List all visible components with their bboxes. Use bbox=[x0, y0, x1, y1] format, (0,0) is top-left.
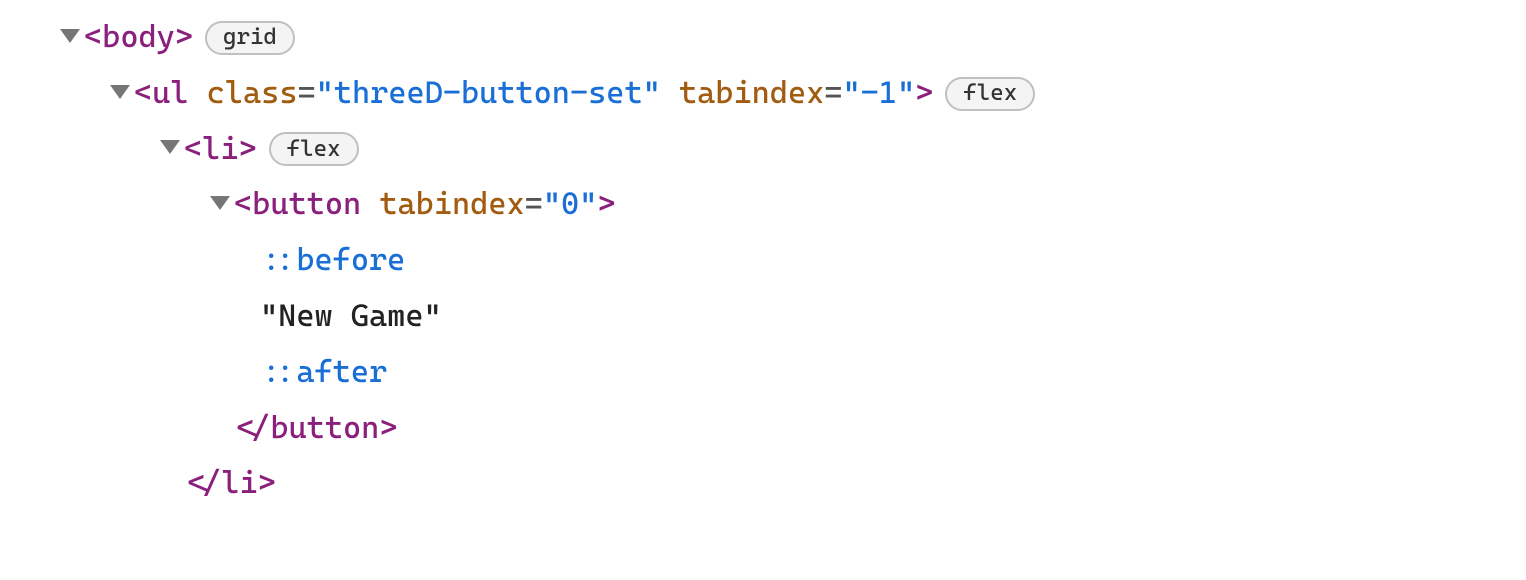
text-node-value: "New Game" bbox=[260, 289, 442, 345]
tag-open: <li> bbox=[184, 122, 257, 178]
tag-open: <body> bbox=[84, 10, 193, 66]
layout-badge-grid[interactable]: grid bbox=[205, 21, 295, 55]
pseudo-element-label: ::before bbox=[260, 233, 405, 289]
dom-node-ul[interactable]: <ul class="threeD-button-set" tabindex="… bbox=[0, 66, 1526, 122]
tag-close: </button> bbox=[234, 401, 397, 457]
layout-badge-flex[interactable]: flex bbox=[945, 77, 1035, 111]
pseudo-after[interactable]: ::after bbox=[0, 345, 1526, 401]
disclosure-triangle-icon[interactable] bbox=[60, 29, 80, 43]
dom-node-body[interactable]: <body> grid bbox=[0, 10, 1526, 66]
text-node[interactable]: "New Game" bbox=[0, 289, 1526, 345]
tag-open: <button tabindex="0"> bbox=[234, 177, 615, 233]
disclosure-triangle-icon[interactable] bbox=[210, 196, 230, 210]
tag-close: </li> bbox=[185, 456, 276, 512]
disclosure-triangle-icon[interactable] bbox=[160, 140, 180, 154]
dom-node-button[interactable]: <button tabindex="0"> bbox=[0, 177, 1526, 233]
dom-node-li-close[interactable]: </li> bbox=[0, 456, 1526, 512]
dom-node-button-close[interactable]: </button> bbox=[0, 401, 1526, 457]
layout-badge-flex[interactable]: flex bbox=[269, 132, 359, 166]
pseudo-element-label: ::after bbox=[260, 345, 387, 401]
dom-node-li[interactable]: <li> flex bbox=[0, 122, 1526, 178]
disclosure-triangle-icon[interactable] bbox=[110, 85, 130, 99]
pseudo-before[interactable]: ::before bbox=[0, 233, 1526, 289]
tag-open: <ul class="threeD-button-set" tabindex="… bbox=[134, 66, 933, 122]
